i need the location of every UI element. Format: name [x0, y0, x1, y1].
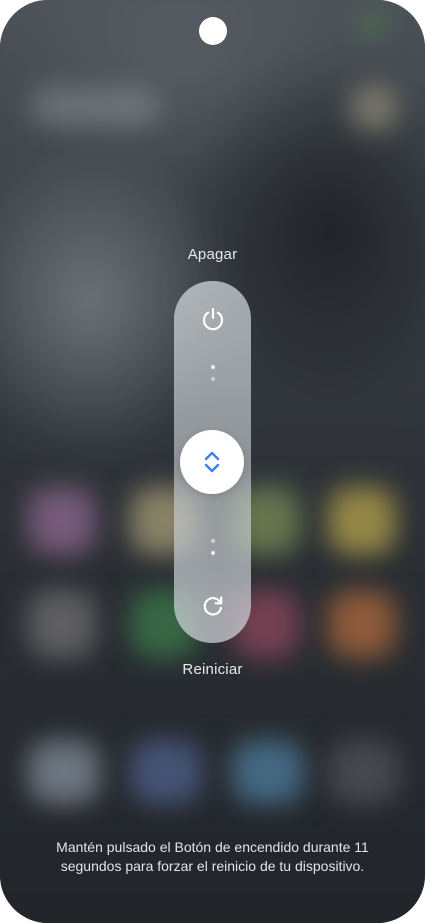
chevron-up-down-icon — [204, 451, 220, 473]
front-camera-cutout — [199, 17, 227, 45]
restart-label: Reiniciar — [182, 661, 243, 678]
slider-dot — [210, 551, 215, 555]
force-restart-hint: Mantén pulsado el Botón de encendido dur… — [56, 839, 369, 874]
phone-screen: Apagar Reiniciar Mantén pulsado el Botón… — [0, 0, 425, 923]
slider-dot — [210, 377, 215, 381]
restart-icon[interactable] — [193, 586, 233, 626]
power-icon[interactable] — [193, 299, 233, 339]
power-off-label: Apagar — [187, 246, 238, 263]
slider-dot — [210, 365, 215, 369]
slider-handle[interactable] — [180, 430, 244, 494]
slider-dot — [210, 539, 215, 543]
